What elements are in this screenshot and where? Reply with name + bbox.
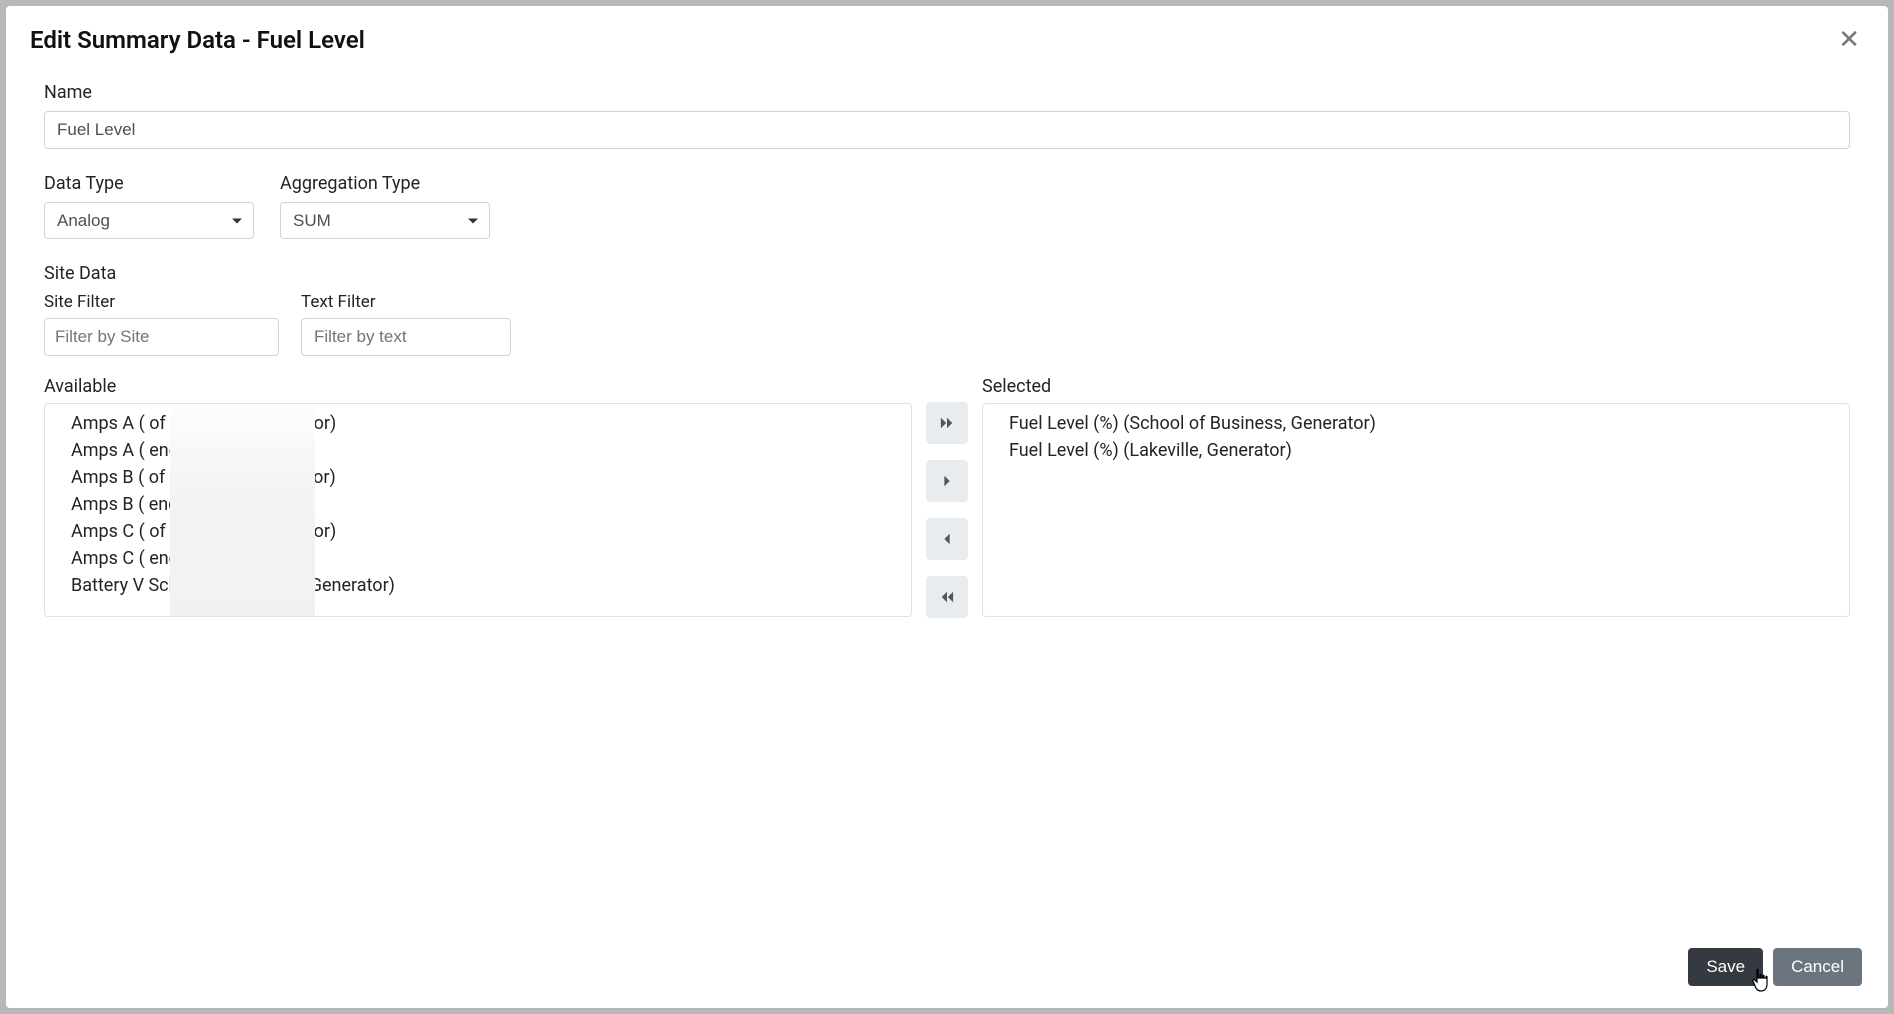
move-all-right-button[interactable] <box>926 402 968 444</box>
close-button[interactable]: ✕ <box>1834 26 1864 52</box>
data-type-select[interactable]: Analog <box>44 202 254 239</box>
agg-type-col: Aggregation Type SUM <box>280 173 490 239</box>
agg-type-select[interactable]: SUM <box>280 202 490 239</box>
selected-label: Selected <box>982 376 1850 397</box>
dual-list: Available Amps A ( of Business, Generato… <box>44 376 1850 618</box>
move-controls <box>926 376 968 618</box>
data-type-label: Data Type <box>44 173 254 194</box>
modal-dialog: Edit Summary Data - Fuel Level ✕ Name Da… <box>6 6 1888 1008</box>
data-type-col: Data Type Analog <box>44 173 254 239</box>
list-item[interactable]: Amps B ( enerator) <box>45 491 911 518</box>
selected-list[interactable]: Fuel Level (%) (School of Business, Gene… <box>982 403 1850 617</box>
modal-header: Edit Summary Data - Fuel Level ✕ <box>30 26 1864 54</box>
data-type-select-wrap: Analog <box>44 202 254 239</box>
list-item[interactable]: Fuel Level (%) (School of Business, Gene… <box>983 410 1849 437</box>
filter-row: Site Filter Text Filter <box>44 292 1850 356</box>
available-list[interactable]: Amps A ( of Business, Generator)Amps A (… <box>44 403 912 617</box>
name-group: Name <box>44 82 1850 149</box>
form-body: Name Data Type Analog Aggregation Type S… <box>30 82 1864 904</box>
list-item[interactable]: Amps C ( enerator) <box>45 545 911 572</box>
site-data-label: Site Data <box>44 263 1850 284</box>
move-right-button[interactable] <box>926 460 968 502</box>
chevron-left-icon <box>940 532 954 546</box>
save-button[interactable]: Save <box>1688 948 1763 986</box>
agg-type-label: Aggregation Type <box>280 173 490 194</box>
list-item[interactable]: Amps A ( enerator) <box>45 437 911 464</box>
move-all-left-button[interactable] <box>926 576 968 618</box>
available-label: Available <box>44 376 912 397</box>
list-item[interactable]: Amps A ( of Business, Generator) <box>45 410 911 437</box>
double-chevron-left-icon <box>940 590 954 604</box>
selected-col: Selected Fuel Level (%) (School of Busin… <box>982 376 1850 618</box>
modal-footer: Save Cancel <box>30 944 1864 988</box>
site-filter-combo <box>44 318 279 356</box>
list-item[interactable]: Amps B ( of Business, Generator) <box>45 464 911 491</box>
type-row: Data Type Analog Aggregation Type SUM <box>44 173 1850 239</box>
name-input[interactable] <box>44 111 1850 149</box>
cancel-button[interactable]: Cancel <box>1773 948 1862 986</box>
close-icon: ✕ <box>1838 24 1860 54</box>
modal-title: Edit Summary Data - Fuel Level <box>30 26 365 54</box>
text-filter-input[interactable] <box>301 318 511 356</box>
double-chevron-right-icon <box>940 416 954 430</box>
text-filter-col: Text Filter <box>301 292 511 356</box>
site-filter-label: Site Filter <box>44 292 279 312</box>
list-item[interactable]: Amps C ( of Business, Generator) <box>45 518 911 545</box>
list-item[interactable]: Fuel Level (%) (Lakeville, Generator) <box>983 437 1849 464</box>
site-filter-input[interactable] <box>45 319 279 355</box>
chevron-right-icon <box>940 474 954 488</box>
text-filter-label: Text Filter <box>301 292 511 312</box>
list-item[interactable]: Battery V School of Business, Generator) <box>45 572 911 599</box>
available-col: Available Amps A ( of Business, Generato… <box>44 376 912 618</box>
move-left-button[interactable] <box>926 518 968 560</box>
name-label: Name <box>44 82 1850 103</box>
site-filter-col: Site Filter <box>44 292 279 356</box>
agg-type-select-wrap: SUM <box>280 202 490 239</box>
